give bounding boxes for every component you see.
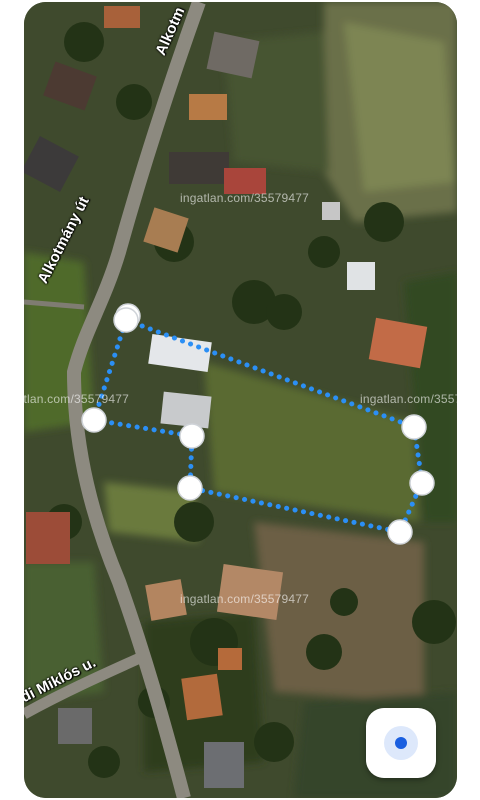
boundary-vertex-handle[interactable] (81, 407, 107, 433)
boundary-line (91, 317, 425, 535)
boundary-vertex-handle[interactable] (401, 414, 427, 440)
location-dot (395, 737, 407, 749)
my-location-icon (384, 726, 418, 760)
watermark: ingatlan.com/35579477 (180, 191, 309, 205)
my-location-button[interactable] (366, 708, 436, 778)
boundary-vertex-handle[interactable] (387, 519, 413, 545)
map-view[interactable]: Alkotmány út Alkotm di Miklós u. ingatla… (24, 2, 457, 798)
watermark: ingatlan.com/35579477 (180, 592, 309, 606)
boundary-vertex-handle[interactable] (177, 475, 203, 501)
watermark: ingatlan.com/35579477 (360, 392, 457, 406)
watermark: ingatlan.com/35579477 (24, 392, 129, 406)
boundary-vertex-handle[interactable] (409, 470, 435, 496)
boundary-vertex-handle[interactable] (179, 423, 205, 449)
boundary-vertex-handle[interactable] (113, 307, 139, 333)
